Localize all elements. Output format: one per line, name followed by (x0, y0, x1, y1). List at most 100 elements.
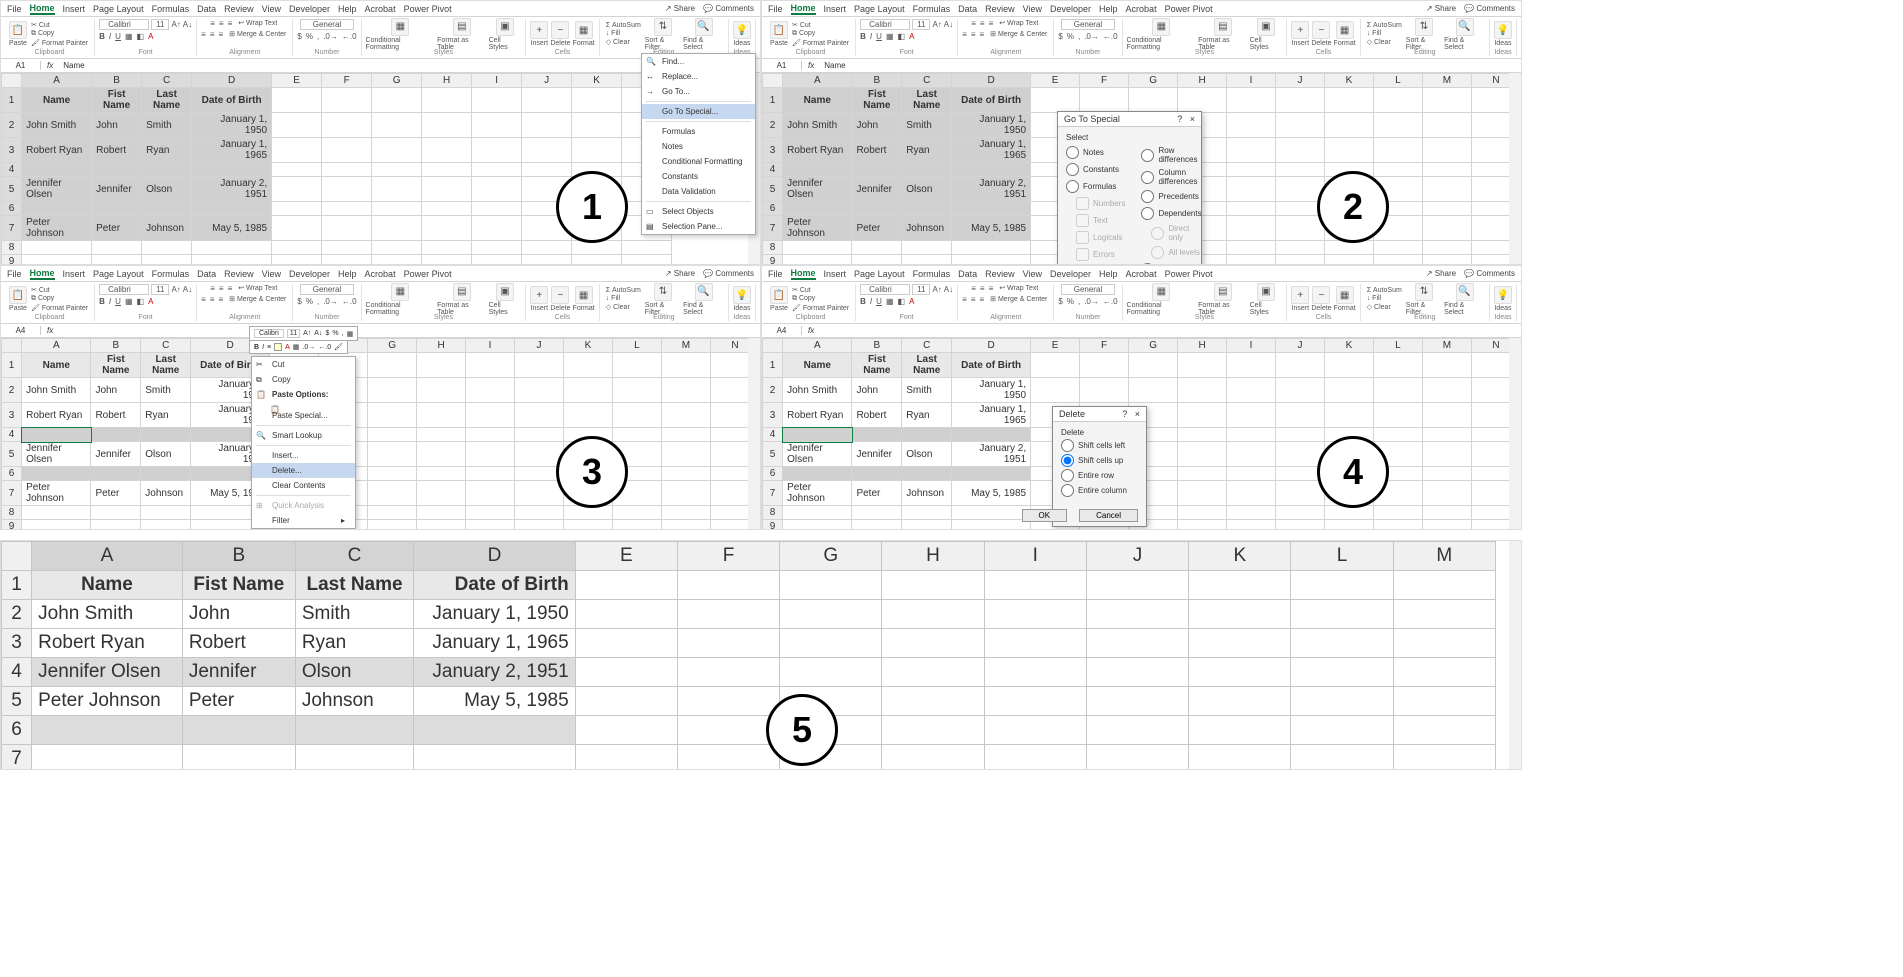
tab-insert[interactable]: Insert (63, 269, 86, 279)
wrap-text-button[interactable]: ↩ Wrap Text (236, 19, 279, 28)
tab-file[interactable]: File (7, 269, 22, 279)
tab-help[interactable]: Help (338, 269, 357, 279)
menu-goto-special[interactable]: Go To Special... (642, 104, 755, 119)
font-color-button[interactable]: A (148, 32, 153, 41)
font-color-button[interactable]: A (909, 32, 914, 41)
copy-button[interactable]: ⧉ Copy (790, 295, 851, 303)
dialog-close-icon[interactable]: × (1190, 114, 1195, 124)
dialog-close-icon[interactable]: × (1135, 409, 1140, 419)
accounting-format-icon[interactable]: $ (1058, 32, 1062, 41)
ideas-button[interactable]: 💡Ideas (733, 286, 751, 312)
number-format-selector[interactable]: General (300, 19, 354, 30)
italic-button[interactable]: I (109, 32, 111, 41)
vertical-scrollbar[interactable] (748, 338, 760, 529)
italic-button[interactable]: I (870, 297, 872, 306)
format-as-table-button[interactable]: ▤Format as Table (1198, 283, 1247, 316)
increase-decimal-icon[interactable]: .0→ (323, 32, 338, 41)
decrease-font-icon[interactable]: A↓ (183, 20, 192, 29)
fill-button[interactable]: ↓ Fill (604, 30, 643, 37)
increase-font-icon[interactable]: A↑ (932, 20, 941, 29)
tab-insert[interactable]: Insert (63, 4, 86, 14)
tab-page-layout[interactable]: Page Layout (93, 4, 144, 14)
fx-icon[interactable]: fx (802, 326, 820, 335)
menu-goto[interactable]: →Go To... (642, 84, 755, 99)
merge-center-button[interactable]: ⊞ Merge & Center (227, 295, 288, 304)
increase-decimal-icon[interactable]: .0→ (1084, 297, 1099, 306)
format-as-table-button[interactable]: ▤Format as Table (437, 18, 486, 51)
mini-font-size[interactable]: 11 (287, 329, 300, 338)
number-format-selector[interactable]: General (300, 284, 354, 295)
clear-button[interactable]: ◇ Clear (1365, 303, 1404, 311)
delete-cells-button[interactable]: −Delete (1311, 21, 1331, 47)
comments-button[interactable]: 💬 Comments (1464, 269, 1515, 278)
mini-toolbar[interactable]: Calibri 11 A↑A↓ $%, ▦ (249, 326, 358, 341)
align-top-icon[interactable]: ≡ (971, 284, 976, 293)
italic-button[interactable]: I (870, 32, 872, 41)
format-as-table-button[interactable]: ▤Format as Table (437, 283, 486, 316)
align-left-icon[interactable]: ≡ (201, 295, 206, 304)
decrease-decimal-icon[interactable]: ←.0 (1103, 32, 1118, 41)
comma-format-icon[interactable]: , (317, 32, 319, 41)
tab-file[interactable]: File (768, 269, 783, 279)
name-box[interactable]: A4 (762, 326, 802, 335)
comments-button[interactable]: 💬 Comments (1464, 4, 1515, 13)
name-box[interactable]: A4 (1, 326, 41, 335)
radio-entire-column[interactable]: Entire column (1061, 484, 1138, 497)
vertical-scrollbar[interactable] (1509, 73, 1521, 264)
increase-font-icon[interactable]: A↑ (932, 285, 941, 294)
bold-button[interactable]: B (860, 32, 866, 41)
format-painter-button[interactable]: 🖌 Format Painter (29, 39, 90, 47)
tab-data[interactable]: Data (197, 4, 216, 14)
merge-center-button[interactable]: ⊞ Merge & Center (988, 295, 1049, 304)
underline-button[interactable]: U (115, 297, 121, 306)
tab-data[interactable]: Data (958, 269, 977, 279)
wrap-text-button[interactable]: ↩ Wrap Text (997, 284, 1040, 293)
sort-filter-button[interactable]: ⇅Sort & Filter (645, 283, 681, 316)
percent-format-icon[interactable]: % (306, 297, 313, 306)
border-button[interactable]: ▦ (886, 297, 894, 306)
increase-font-icon[interactable]: A↑ (171, 20, 180, 29)
cell-styles-button[interactable]: ▣Cell Styles (1250, 283, 1283, 316)
align-center-icon[interactable]: ≡ (210, 295, 215, 304)
align-top-icon[interactable]: ≡ (210, 19, 215, 28)
radio-formulas[interactable]: Formulas (1066, 180, 1125, 193)
clear-button[interactable]: ◇ Clear (604, 303, 643, 311)
fill-button[interactable]: ↓ Fill (604, 295, 643, 302)
underline-button[interactable]: U (876, 297, 882, 306)
vertical-scrollbar[interactable] (1509, 338, 1521, 529)
number-format-selector[interactable]: General (1061, 19, 1115, 30)
ctx-copy[interactable]: ⧉Copy (252, 372, 355, 387)
ctx-paste-special[interactable]: Paste Special... (252, 408, 355, 423)
wrap-text-button[interactable]: ↩ Wrap Text (997, 19, 1040, 28)
tab-data[interactable]: Data (197, 269, 216, 279)
fill-color-button[interactable]: ◧ (137, 297, 145, 306)
align-center-icon[interactable]: ≡ (971, 30, 976, 39)
merge-center-button[interactable]: ⊞ Merge & Center (227, 30, 288, 39)
wrap-text-button[interactable]: ↩ Wrap Text (236, 284, 279, 293)
formula-input[interactable]: Name (820, 61, 1521, 70)
clear-button[interactable]: ◇ Clear (604, 38, 643, 46)
align-left-icon[interactable]: ≡ (201, 30, 206, 39)
radio-dependents[interactable]: Dependents (1141, 207, 1201, 220)
font-name-selector[interactable]: Calibri (860, 19, 910, 30)
tab-acrobat[interactable]: Acrobat (1126, 269, 1157, 279)
fx-icon[interactable]: fx (802, 61, 820, 70)
clear-button[interactable]: ◇ Clear (1365, 38, 1404, 46)
align-center-icon[interactable]: ≡ (210, 30, 215, 39)
radio-shift-cells-up[interactable]: Shift cells up (1061, 454, 1138, 467)
tab-view[interactable]: View (262, 269, 281, 279)
menu-replace[interactable]: ↔Replace... (642, 69, 755, 84)
percent-format-icon[interactable]: % (1067, 32, 1074, 41)
radio-shift-cells-left[interactable]: Shift cells left (1061, 439, 1138, 452)
ideas-button[interactable]: 💡Ideas (1494, 21, 1512, 47)
conditional-formatting-button[interactable]: ▦Conditional Formatting (366, 18, 436, 51)
menu-select-objects[interactable]: ▭Select Objects (642, 204, 755, 219)
tab-review[interactable]: Review (985, 269, 1015, 279)
tab-formulas[interactable]: Formulas (152, 269, 190, 279)
name-box[interactable]: A1 (1, 61, 41, 70)
radio-entire-row[interactable]: Entire row (1061, 469, 1138, 482)
decrease-decimal-icon[interactable]: ←.0 (342, 32, 357, 41)
radio-precedents[interactable]: Precedents (1141, 190, 1201, 203)
accounting-format-icon[interactable]: $ (1058, 297, 1062, 306)
autosum-button[interactable]: Σ AutoSum (1365, 287, 1404, 294)
